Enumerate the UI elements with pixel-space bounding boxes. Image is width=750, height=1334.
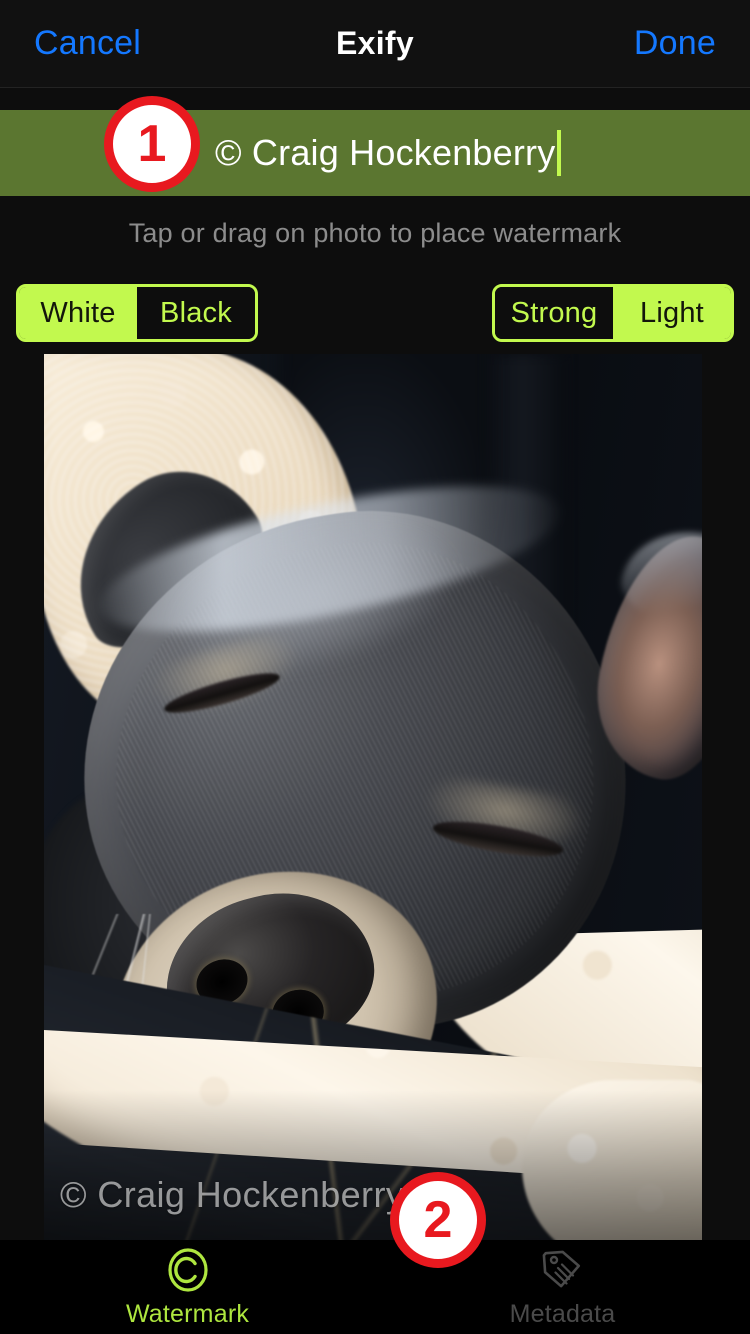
callout-badge-1: 1 [104, 96, 200, 192]
watermark-text-field-content[interactable]: © Craig Hockenberry [215, 130, 562, 176]
segment-option-white[interactable]: White [19, 287, 137, 339]
photo-preview[interactable]: © Craig Hockenberry [44, 354, 702, 1240]
segment-option-strong[interactable]: Strong [495, 287, 613, 339]
tab-watermark[interactable]: Watermark [0, 1240, 375, 1334]
text-cursor-icon [557, 130, 562, 176]
watermark-text-value: © Craig Hockenberry [215, 132, 556, 173]
photo-vignette [44, 1090, 702, 1240]
tab-bar: Watermark Metadata [0, 1240, 750, 1334]
watermark-color-segmented-control[interactable]: White Black [16, 284, 258, 342]
segment-option-black[interactable]: Black [137, 287, 255, 339]
photo-image [44, 354, 702, 1240]
hint-text: Tap or drag on photo to place watermark [128, 218, 622, 248]
photo-watermark-overlay[interactable]: © Craig Hockenberry [60, 1174, 404, 1216]
navigation-bar: Cancel Exify Done [0, 0, 750, 88]
tab-metadata-label: Metadata [509, 1299, 616, 1328]
segment-option-light[interactable]: Light [613, 287, 731, 339]
tab-watermark-label: Watermark [125, 1299, 250, 1328]
done-button[interactable]: Done [634, 24, 716, 63]
watermark-intensity-segmented-control[interactable]: Strong Light [492, 284, 734, 342]
tag-icon [542, 1250, 580, 1287]
app-root: Cancel Exify Done © Craig Hockenberry Ta… [0, 0, 750, 1334]
callout-badge-2: 2 [390, 1172, 486, 1268]
cancel-button[interactable]: Cancel [34, 24, 141, 63]
copyright-icon [167, 1247, 208, 1292]
